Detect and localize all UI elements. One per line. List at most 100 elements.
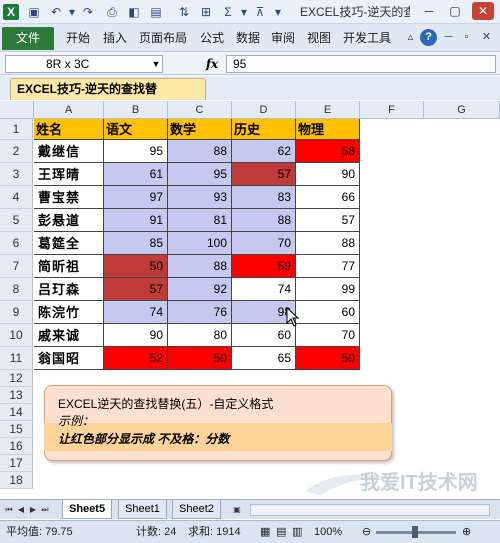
row-header[interactable]: 2 (0, 140, 33, 163)
tab-data[interactable]: 数据 (236, 28, 260, 48)
formula-input[interactable]: 95 (226, 55, 496, 73)
tab-page-layout[interactable]: 页面布局 (139, 28, 187, 48)
score-cell[interactable]: 91 (104, 209, 168, 232)
select-all-corner[interactable] (0, 101, 34, 119)
open-icon[interactable]: ◧ (126, 4, 142, 20)
workbook-minimize-icon[interactable]: ─ (440, 29, 457, 46)
file-tab[interactable]: 文件 (2, 27, 54, 50)
student-name-cell[interactable]: 戴继信 (34, 140, 104, 163)
close-button[interactable]: ✕ (472, 2, 494, 20)
score-cell[interactable]: 99 (296, 278, 360, 301)
row-header[interactable]: 8 (0, 278, 33, 301)
student-name-cell[interactable]: 陈浣竹 (34, 301, 104, 324)
name-box[interactable]: 8R x 3C (5, 55, 163, 73)
row-header[interactable]: 11 (0, 347, 33, 370)
score-cell[interactable]: 74 (232, 278, 296, 301)
autosum-icon[interactable]: Σ (220, 4, 236, 20)
score-cell[interactable]: 70 (296, 324, 360, 347)
zoom-in-icon[interactable]: ⊕ (462, 525, 471, 540)
insert-function-icon[interactable]: fx (202, 55, 222, 73)
score-cell[interactable]: 90 (296, 163, 360, 186)
score-cell[interactable]: 58 (296, 140, 360, 163)
student-name-cell[interactable]: 翁国昭 (34, 347, 104, 370)
column-header[interactable]: D (232, 101, 296, 119)
tab-view[interactable]: 视图 (307, 28, 331, 48)
row-header[interactable]: 9 (0, 301, 33, 324)
student-name-cell[interactable]: 吕玎森 (34, 278, 104, 301)
score-cell[interactable]: 100 (168, 232, 232, 255)
last-sheet-icon[interactable]: ⏭ (40, 503, 50, 517)
student-name-cell[interactable]: 曹宝禁 (34, 186, 104, 209)
tab-home[interactable]: 开始 (66, 28, 90, 48)
restore-button[interactable]: ▢ (444, 2, 466, 20)
zoom-out-icon[interactable]: ⊖ (362, 525, 371, 540)
student-name-cell[interactable]: 简昕祖 (34, 255, 104, 278)
column-header[interactable]: G (424, 101, 500, 119)
score-cell[interactable]: 83 (232, 186, 296, 209)
row-header[interactable]: 6 (0, 232, 33, 255)
score-cell[interactable]: 76 (168, 301, 232, 324)
header-cell-name[interactable]: 姓名 (34, 119, 104, 140)
score-cell[interactable]: 80 (168, 324, 232, 347)
zoom-level[interactable]: 100% (314, 525, 342, 540)
student-name-cell[interactable]: 王珲晴 (34, 163, 104, 186)
score-cell[interactable]: 95 (168, 163, 232, 186)
row-header[interactable]: 4 (0, 186, 33, 209)
toolbar-dropdown-icon[interactable]: ▾ (270, 4, 286, 20)
score-cell[interactable]: 88 (296, 232, 360, 255)
row-header[interactable]: 12 (0, 370, 33, 387)
score-cell[interactable]: 97 (104, 186, 168, 209)
score-cell[interactable]: 60 (296, 301, 360, 324)
horizontal-scrollbar[interactable] (250, 504, 490, 516)
score-cell[interactable]: 57 (232, 163, 296, 186)
workbook-tab[interactable]: EXCEL技巧-逆天的查找替换！.xlsx (10, 78, 206, 117)
workbook-restore-icon[interactable]: ▫ (458, 29, 475, 46)
help-icon[interactable]: ? (420, 29, 437, 46)
score-cell[interactable]: 57 (296, 209, 360, 232)
minimize-button[interactable]: ─ (418, 2, 440, 20)
score-cell[interactable]: 65 (232, 347, 296, 370)
score-cell[interactable]: 62 (232, 140, 296, 163)
score-cell[interactable]: 50 (104, 255, 168, 278)
header-cell-history[interactable]: 历史 (232, 119, 296, 140)
workbook-close-icon[interactable]: ✕ (478, 29, 495, 46)
row-header[interactable]: 18 (0, 472, 33, 489)
score-cell[interactable]: 74 (104, 301, 168, 324)
score-cell[interactable]: 92 (168, 278, 232, 301)
print-preview-icon[interactable]: ⎙ (104, 4, 120, 20)
insert-sheet-icon[interactable]: ▣ (230, 503, 244, 517)
customize-toolbar-icon[interactable]: ⊼ (252, 4, 268, 20)
column-header[interactable]: F (360, 101, 424, 119)
tab-developer[interactable]: 开发工具 (343, 28, 391, 48)
score-cell[interactable]: 60 (232, 324, 296, 347)
undo-dropdown-icon[interactable]: ▾ (64, 4, 80, 20)
header-cell-math[interactable]: 数学 (168, 119, 232, 140)
row-header[interactable]: 15 (0, 421, 33, 438)
score-cell[interactable]: 77 (296, 255, 360, 278)
prev-sheet-icon[interactable]: ◀ (16, 503, 26, 517)
first-sheet-icon[interactable]: ⏮ (4, 503, 14, 517)
score-cell[interactable]: 90 (104, 324, 168, 347)
score-cell[interactable]: 93 (168, 186, 232, 209)
zoom-slider-handle[interactable] (412, 526, 418, 538)
normal-view-icon[interactable]: ▦ (260, 525, 270, 540)
column-header[interactable]: C (168, 101, 232, 119)
row-header[interactable]: 7 (0, 255, 33, 278)
header-cell-physics[interactable]: 物理 (296, 119, 360, 140)
tab-review[interactable]: 审阅 (271, 28, 295, 48)
borders-icon[interactable]: ⊞ (198, 4, 214, 20)
page-layout-view-icon[interactable]: ▤ (276, 525, 286, 540)
score-cell[interactable]: 81 (168, 209, 232, 232)
sheet-tab-sheet2[interactable]: Sheet2 (172, 500, 221, 519)
score-cell[interactable]: 88 (232, 209, 296, 232)
score-cell[interactable]: 50 (296, 347, 360, 370)
row-header[interactable]: 5 (0, 209, 33, 232)
new-icon[interactable]: ▤ (148, 4, 164, 20)
score-cell[interactable]: 88 (168, 255, 232, 278)
score-cell[interactable]: 88 (168, 140, 232, 163)
score-cell[interactable]: 50 (168, 347, 232, 370)
score-cell[interactable]: 52 (104, 347, 168, 370)
row-header[interactable]: 17 (0, 455, 33, 472)
score-cell[interactable]: 66 (296, 186, 360, 209)
row-header[interactable]: 14 (0, 404, 33, 421)
